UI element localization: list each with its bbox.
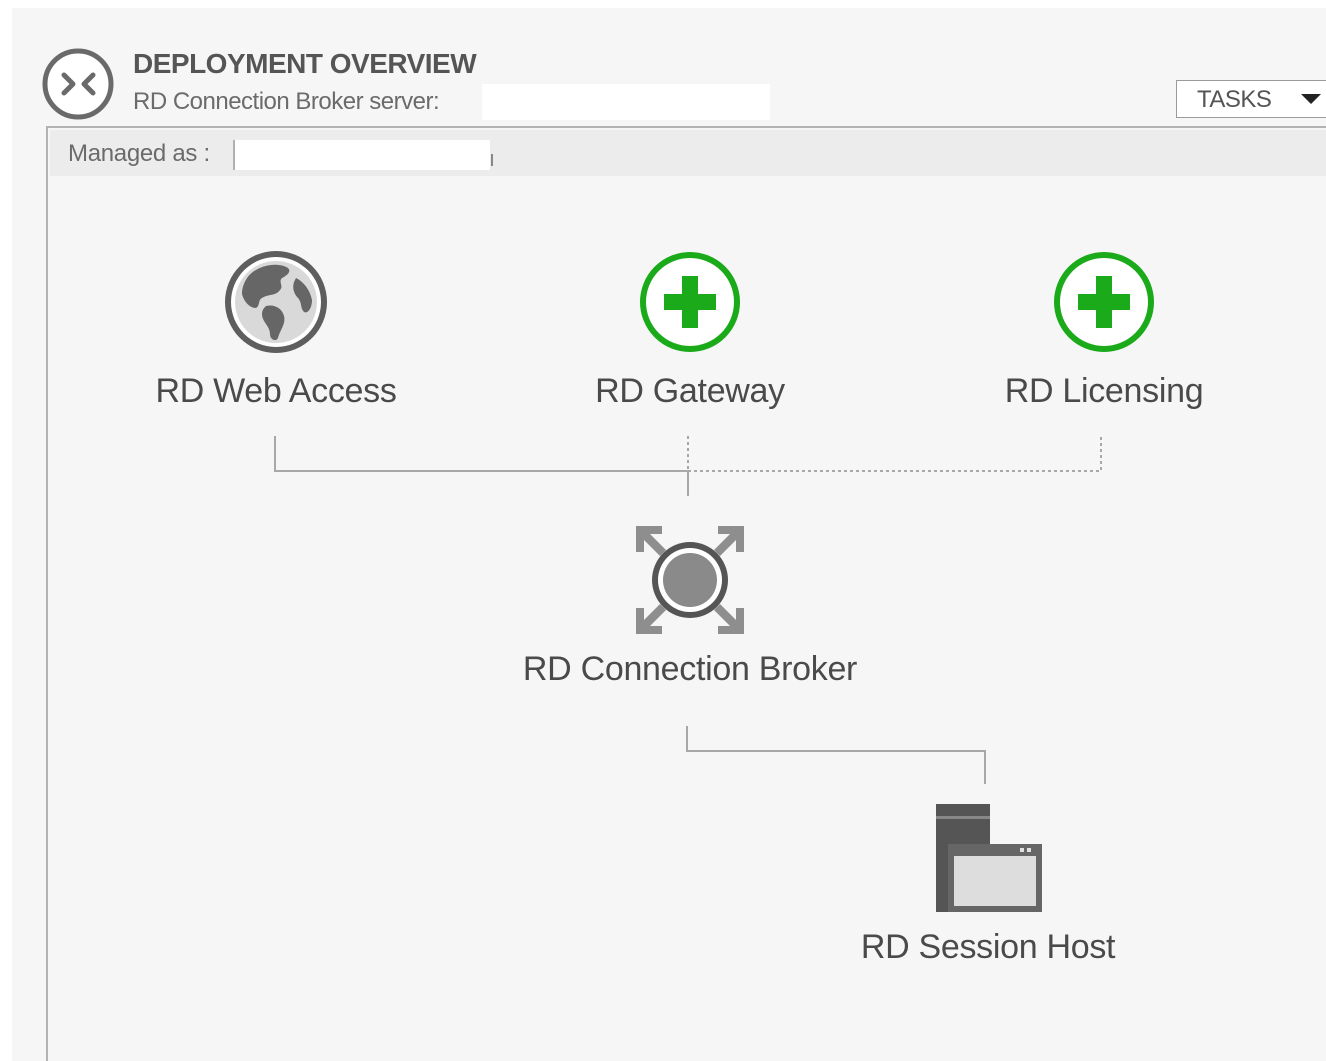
rd-licensing-label: RD Licensing xyxy=(1004,372,1204,410)
connection-broker-icon xyxy=(636,526,744,634)
rd-session-host-label: RD Session Host xyxy=(860,928,1116,966)
add-gateway-icon xyxy=(640,252,740,352)
rd-gateway-label: RD Gateway xyxy=(595,372,785,410)
tasks-dropdown-button[interactable]: TASKS xyxy=(1176,80,1326,118)
managed-as-bar: Managed as : xyxy=(50,130,1326,176)
dropdown-arrow-icon xyxy=(1301,94,1321,104)
connection-broker-server-label: RD Connection Broker server: xyxy=(133,88,440,115)
add-licensing-icon xyxy=(1054,252,1154,352)
page-title: DEPLOYMENT OVERVIEW xyxy=(133,48,477,79)
redacted-managed-as-value xyxy=(233,140,493,170)
tasks-label: TASKS xyxy=(1197,86,1272,113)
rd-connection-broker-label: RD Connection Broker xyxy=(522,650,858,688)
remote-desktop-icon xyxy=(42,48,114,120)
rd-web-access-label: RD Web Access xyxy=(155,372,397,410)
managed-as-label: Managed as : xyxy=(68,140,210,167)
globe-icon xyxy=(225,251,327,353)
redacted-server-name xyxy=(482,84,770,120)
session-host-icon xyxy=(936,804,1042,912)
